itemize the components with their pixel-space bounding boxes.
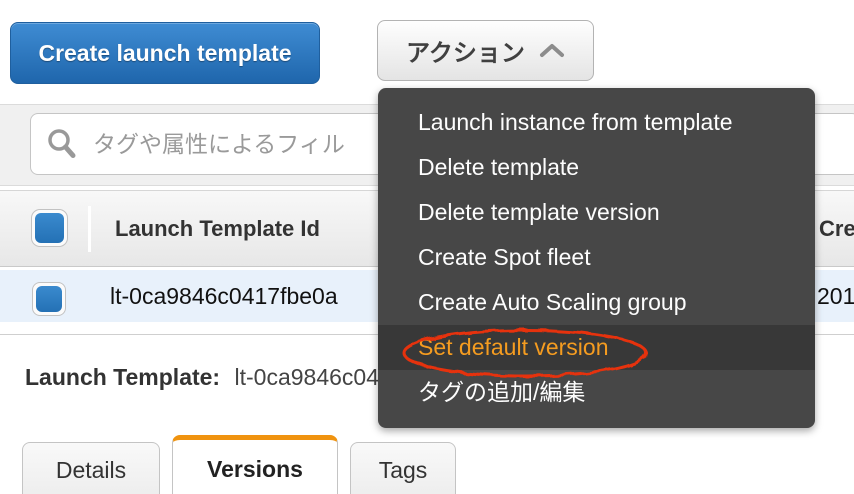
menu-item-delete-template[interactable]: Delete template <box>378 145 815 190</box>
column-divider <box>88 206 91 252</box>
tab-tags-label: Tags <box>378 457 428 483</box>
launch-template-id-cell: lt-0ca9846c0417fbe0a <box>110 282 338 309</box>
column-header-created[interactable]: Cre <box>819 191 854 266</box>
menu-item-create-spot-fleet[interactable]: Create Spot fleet <box>378 235 815 280</box>
tab-versions[interactable]: Versions <box>172 435 338 494</box>
menu-item-delete-template-version[interactable]: Delete template version <box>378 190 815 235</box>
launch-template-label: Launch Template: <box>25 364 221 390</box>
actions-button-label: アクション <box>406 40 525 67</box>
tab-versions-label: Versions <box>207 456 303 482</box>
tab-details-label: Details <box>55 457 127 483</box>
created-cell: 201 <box>817 282 854 309</box>
menu-item-add-edit-tags[interactable]: タグの追加/編集 <box>378 370 815 415</box>
tab-tags[interactable]: Tags <box>350 442 456 494</box>
menu-item-create-auto-scaling-group[interactable]: Create Auto Scaling group <box>378 280 815 325</box>
checkbox-checked-fill <box>35 213 64 243</box>
checkbox-checked-fill <box>36 286 62 312</box>
column-header-launch-template-id[interactable]: Launch Template Id <box>115 191 320 266</box>
row-checkbox[interactable] <box>32 282 66 316</box>
search-icon <box>48 129 76 158</box>
launch-templates-page: Create launch template アクション Launch Temp… <box>0 0 854 494</box>
chevron-up-icon <box>539 43 564 57</box>
create-launch-template-button[interactable]: Create launch template <box>10 22 320 84</box>
select-all-checkbox[interactable] <box>31 209 68 247</box>
tab-details[interactable]: Details <box>22 442 160 494</box>
actions-dropdown-button[interactable]: アクション <box>377 20 594 81</box>
menu-item-launch-instance-from-template[interactable]: Launch instance from template <box>378 100 815 145</box>
actions-dropdown-menu: Launch instance from template Delete tem… <box>378 88 815 428</box>
menu-item-set-default-version[interactable]: Set default version <box>378 325 815 370</box>
